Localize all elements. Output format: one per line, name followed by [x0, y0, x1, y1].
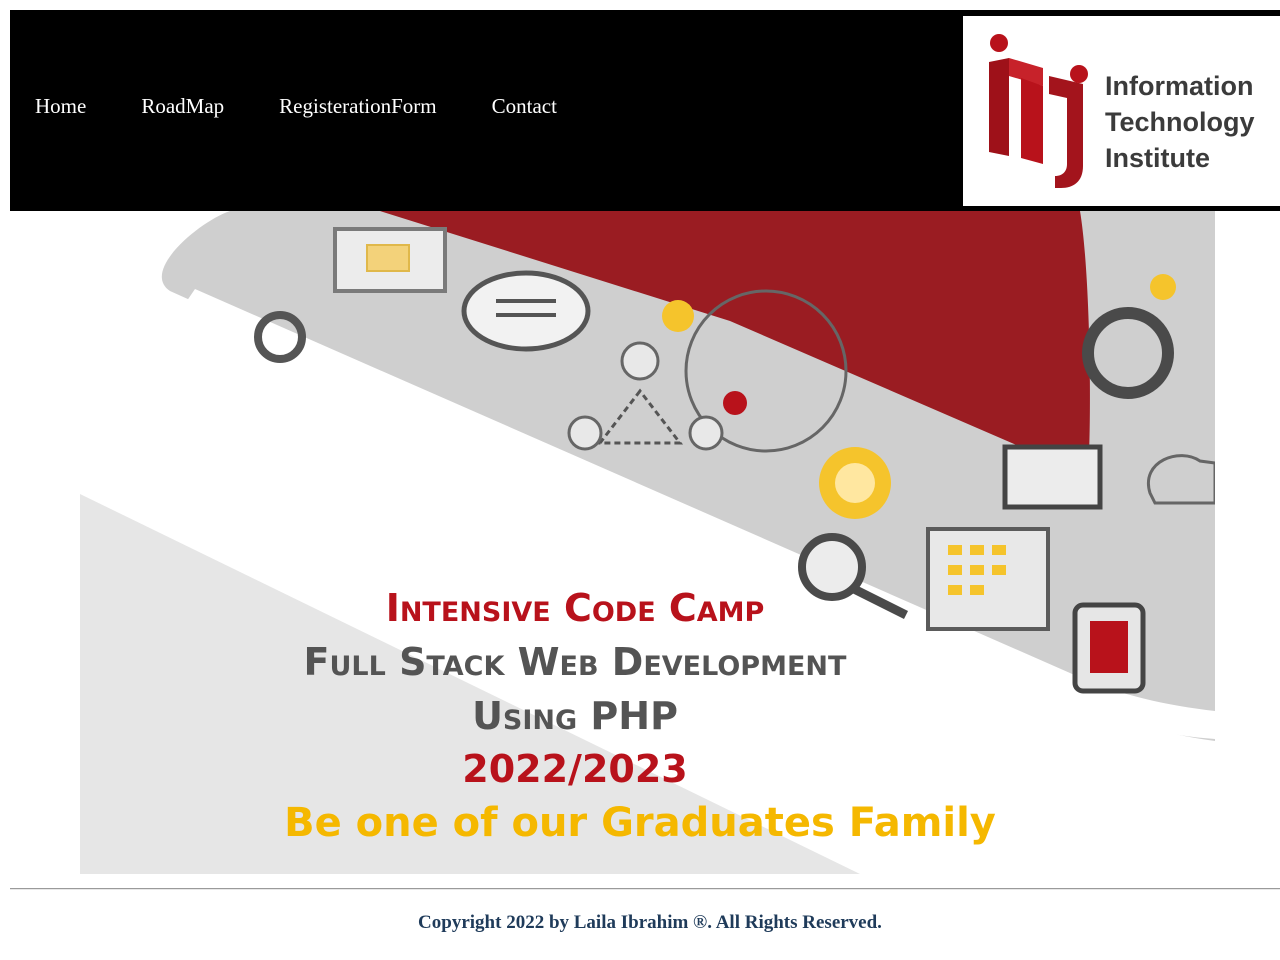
logo-line-3: Institute: [1105, 143, 1210, 173]
code-camp-banner: Intensive Code Camp Full Stack Web Devel…: [80, 211, 1215, 874]
at-sign-icon: [819, 447, 891, 519]
banner-tagline: Be one of our Graduates Family: [284, 800, 996, 846]
banner-tech: Using PHP: [472, 694, 678, 738]
iti-logo: Information Technology Institute: [963, 16, 1280, 206]
main-nav: Home RoadMap RegisterationForm Contact: [35, 94, 612, 119]
banner-year: 2022/2023: [462, 747, 688, 791]
phone-icon: [1072, 602, 1146, 694]
chat-bubble-icon: [461, 270, 591, 352]
logo-line-2: Technology: [1105, 107, 1255, 137]
monitor-icon: [1002, 444, 1103, 510]
nav-home-link[interactable]: Home: [35, 94, 86, 119]
iti-logo-mark: [989, 34, 1088, 188]
nav-roadmap-link[interactable]: RoadMap: [141, 94, 224, 119]
banner-title: Intensive Code Camp: [385, 586, 765, 630]
banner-subtitle: Full Stack Web Development: [303, 640, 847, 684]
nav-contact-link[interactable]: Contact: [492, 94, 557, 119]
nav-registration-form-link[interactable]: RegisterationForm: [279, 94, 436, 119]
logo-line-1: Information: [1105, 71, 1254, 101]
envelope-icon: [333, 227, 447, 293]
footer-copyright: Copyright 2022 by Laila Ibrahim ®. All R…: [418, 912, 882, 933]
logo-text: Information Technology Institute: [1105, 68, 1255, 176]
footer-divider: [10, 888, 1280, 890]
banner-text: Intensive Code Camp Full Stack Web Devel…: [80, 581, 1070, 851]
